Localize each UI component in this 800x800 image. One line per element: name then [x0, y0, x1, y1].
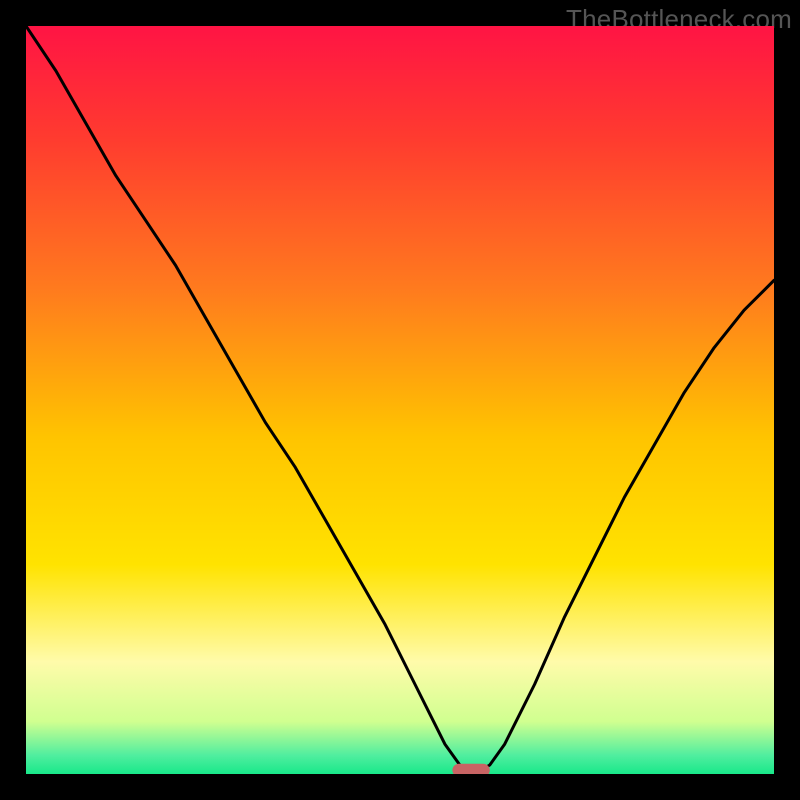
gradient-background [26, 26, 774, 774]
chart-frame: TheBottleneck.com [0, 0, 800, 800]
plot-area [26, 26, 774, 774]
chart-svg [26, 26, 774, 774]
optimal-marker [452, 764, 489, 774]
